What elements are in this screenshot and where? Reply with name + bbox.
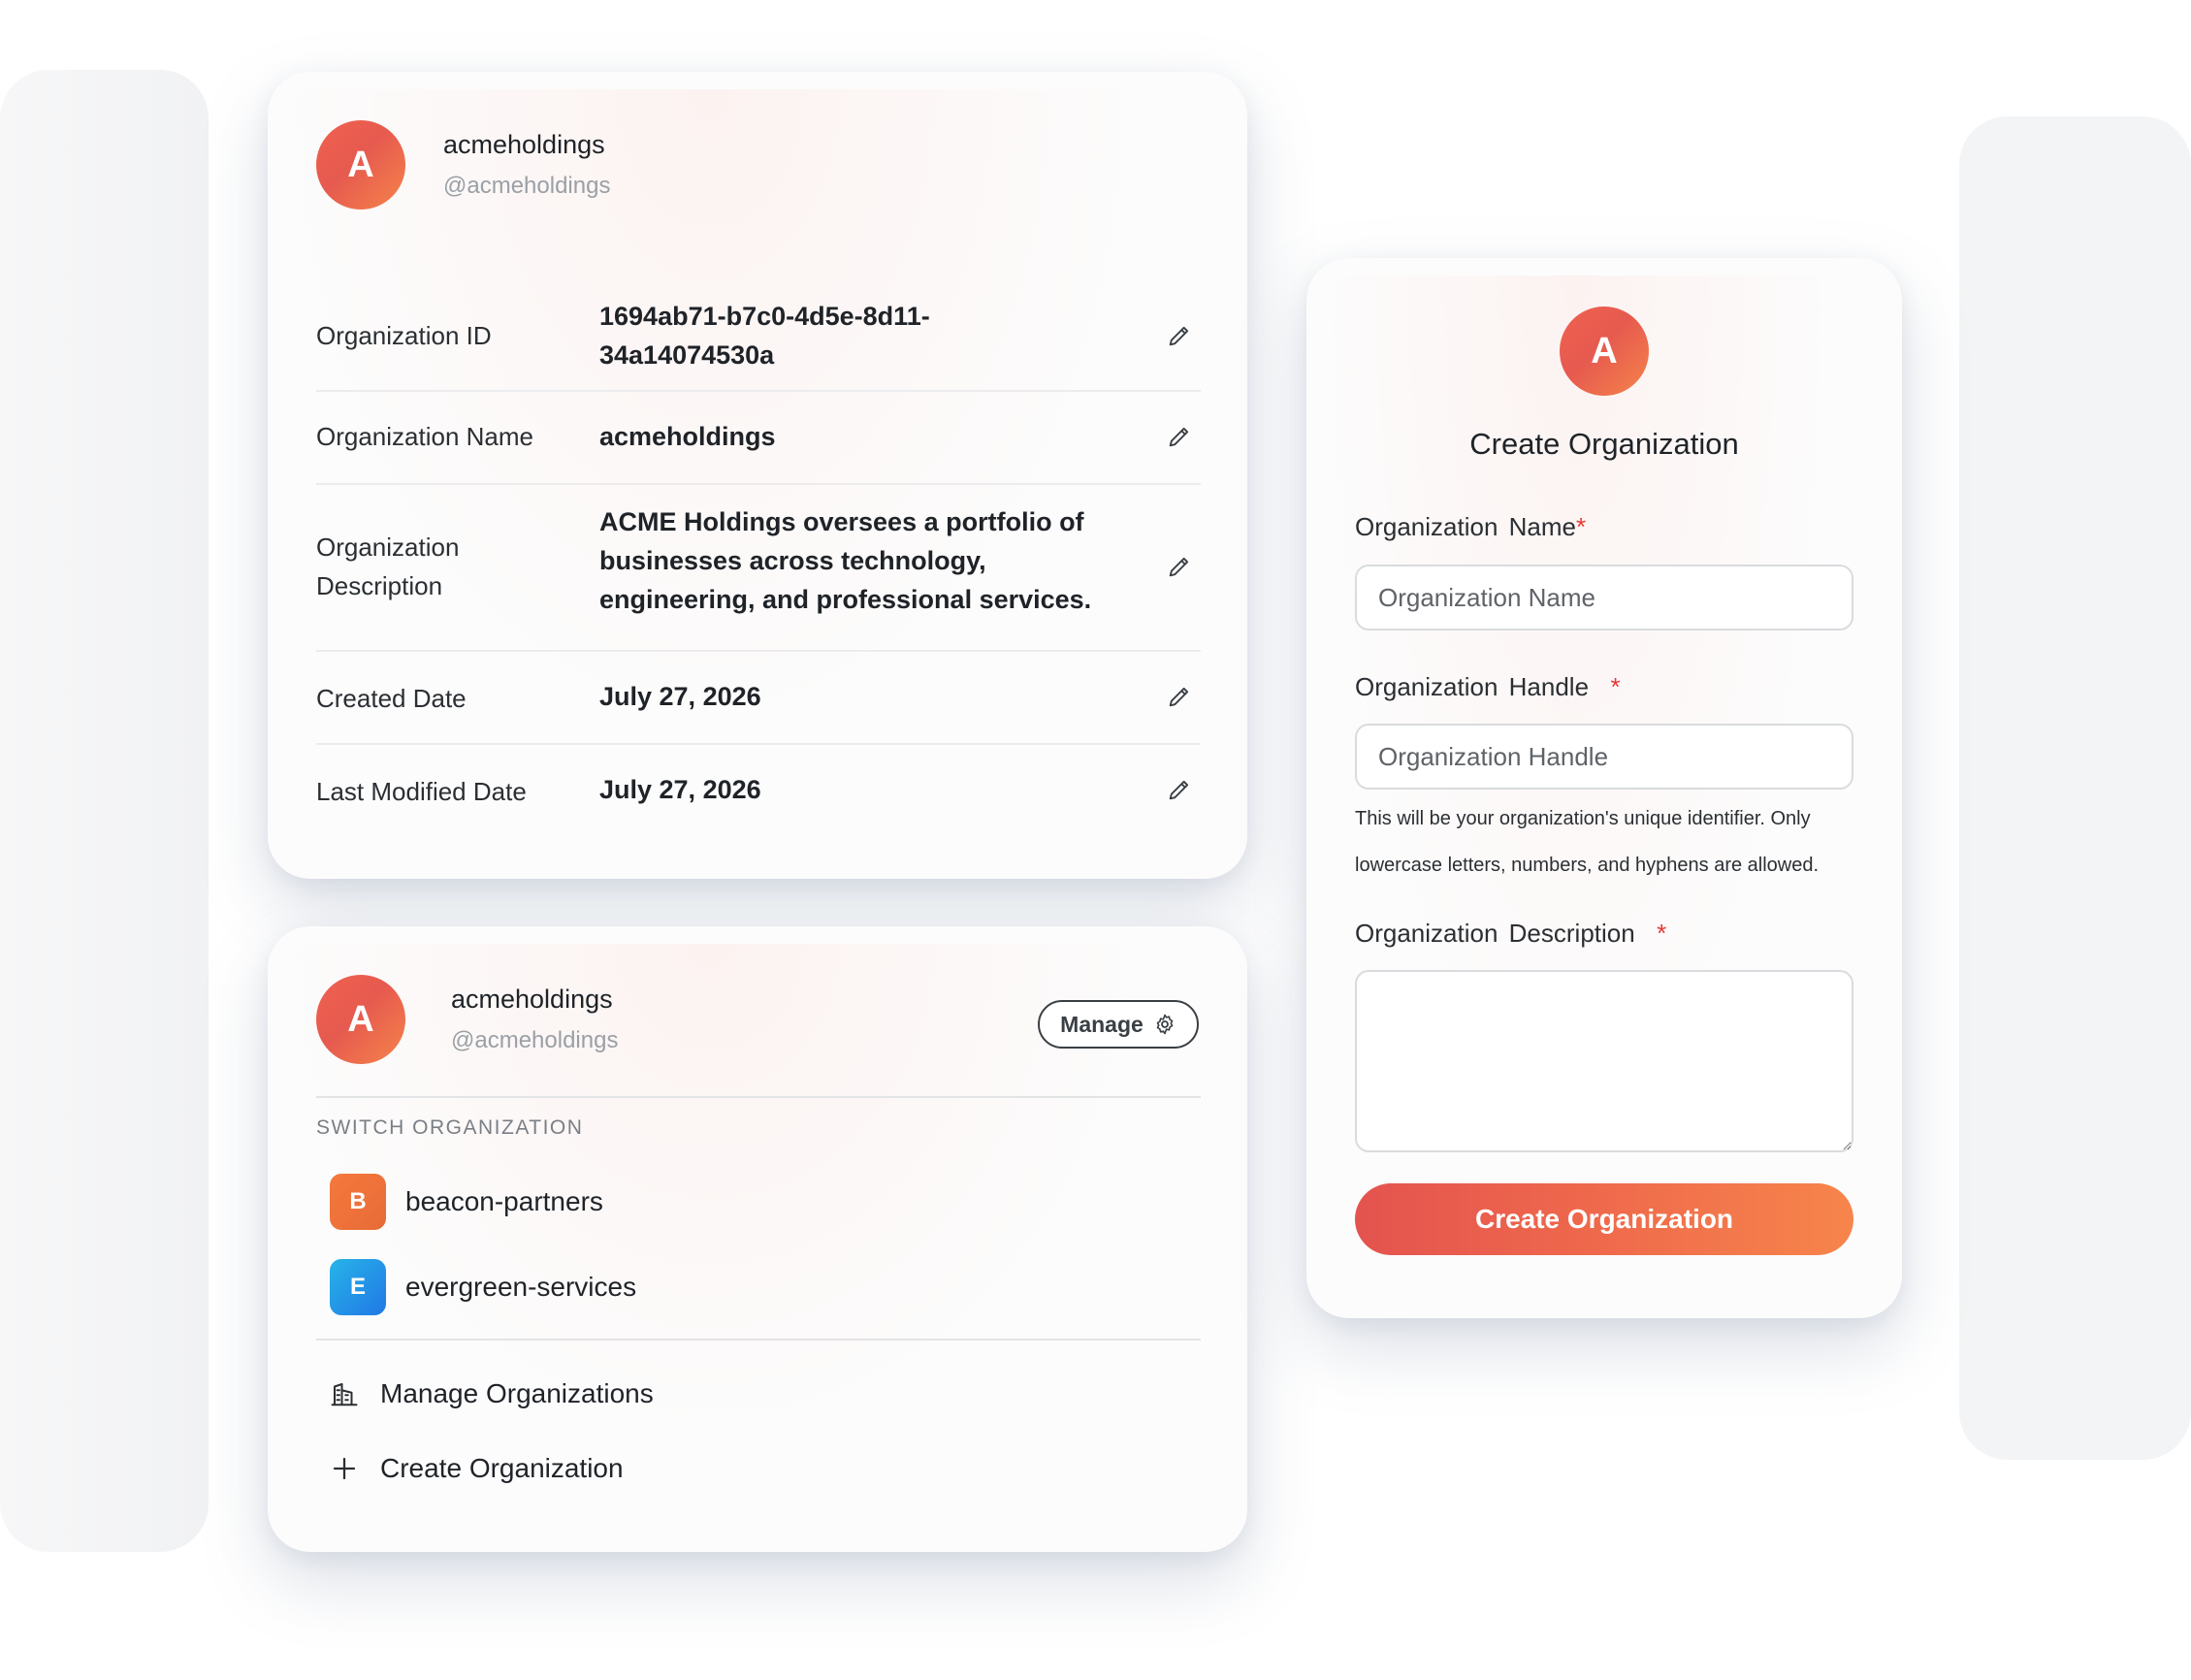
- organization-name-input[interactable]: [1355, 565, 1853, 630]
- pencil-icon[interactable]: [1166, 423, 1193, 450]
- org-avatar: A: [316, 975, 405, 1064]
- manage-organizations-link[interactable]: Manage Organizations: [330, 1373, 654, 1415]
- plus-icon: [333, 1457, 356, 1480]
- detail-value: ACME Holdings oversees a portfolio of bu…: [599, 507, 1092, 614]
- field-label-text: Organization Handle: [1355, 672, 1590, 701]
- detail-row-organization-description: Organization Description ACME Holdings o…: [316, 485, 1201, 652]
- handle-help-text: This will be your organization's unique …: [1355, 808, 1820, 876]
- field-label-text: Organization Description: [1355, 919, 1635, 948]
- detail-label: Organization Description: [316, 533, 460, 600]
- detail-label: Created Date: [316, 684, 467, 713]
- manage-button-label: Manage: [1060, 1011, 1144, 1037]
- organization-description-textarea[interactable]: [1355, 970, 1853, 1152]
- detail-row-organization-id: Organization ID 1694ab71-b7c0-4d5e-8d11-…: [316, 281, 1201, 392]
- organization-handle-label: Organization Handle *: [1355, 672, 1621, 702]
- pencil-icon[interactable]: [1166, 322, 1193, 349]
- org-list-item-name: beacon-partners: [405, 1186, 603, 1216]
- detail-label: Organization Name: [316, 422, 533, 451]
- org-list-item-evergreen-services[interactable]: E evergreen-services: [330, 1259, 636, 1315]
- org-handle: @acmeholdings: [451, 1027, 619, 1053]
- org-name: acmeholdings: [451, 985, 613, 1014]
- org-list-item-name: evergreen-services: [405, 1272, 637, 1302]
- organization-name-label: Organization Name*: [1355, 512, 1586, 542]
- divider: [316, 1096, 1201, 1098]
- organization-profile-card: A acmeholdings @acmeholdings Organizatio…: [268, 72, 1247, 879]
- detail-value: 1694ab71-b7c0-4d5e-8d11-34a14074530a: [599, 302, 930, 370]
- background-panel-right: [1959, 116, 2191, 1460]
- detail-value: July 27, 2026: [599, 682, 761, 711]
- org-badge: E: [330, 1259, 386, 1315]
- org-list-item-beacon-partners[interactable]: B beacon-partners: [330, 1174, 603, 1230]
- divider: [316, 1339, 1201, 1341]
- manage-button[interactable]: Manage: [1038, 1000, 1199, 1049]
- pencil-icon[interactable]: [1166, 776, 1193, 803]
- building-icon: [331, 1383, 358, 1406]
- gear-icon: [1156, 1014, 1174, 1035]
- detail-label: Organization ID: [316, 321, 492, 350]
- detail-row-last-modified-date: Last Modified Date July 27, 2026: [316, 745, 1201, 836]
- organization-description-label: Organization Description *: [1355, 919, 1666, 949]
- org-avatar: A: [1560, 307, 1649, 396]
- background-panel-left: [0, 70, 209, 1552]
- create-organization-button[interactable]: Create Organization: [1355, 1183, 1853, 1255]
- pencil-icon[interactable]: [1166, 553, 1193, 580]
- org-avatar: A: [316, 120, 405, 210]
- create-organization-card: A Create Organization Organization Name*…: [1306, 258, 1902, 1318]
- organization-switcher-card: A acmeholdings @acmeholdings Manage SWIT…: [268, 926, 1247, 1552]
- organization-handle-input[interactable]: [1355, 724, 1853, 790]
- required-marker: *: [1657, 919, 1667, 948]
- detail-value: acmeholdings: [599, 422, 776, 451]
- detail-value: July 27, 2026: [599, 775, 761, 804]
- detail-label: Last Modified Date: [316, 777, 527, 806]
- field-label-text: Organization Name: [1355, 512, 1576, 541]
- action-label: Create Organization: [380, 1453, 624, 1483]
- detail-row-organization-name: Organization Name acmeholdings: [316, 392, 1201, 485]
- required-marker: *: [1576, 512, 1587, 541]
- action-label: Manage Organizations: [380, 1378, 654, 1408]
- pencil-icon[interactable]: [1166, 683, 1193, 710]
- detail-row-created-date: Created Date July 27, 2026: [316, 652, 1201, 745]
- form-title: Create Organization: [1469, 427, 1739, 461]
- create-organization-link[interactable]: Create Organization: [330, 1447, 624, 1490]
- section-label: SWITCH ORGANIZATION: [316, 1116, 584, 1139]
- org-badge: B: [330, 1174, 386, 1230]
- org-name: acmeholdings: [443, 130, 605, 159]
- org-handle: @acmeholdings: [443, 173, 611, 199]
- required-marker: *: [1610, 672, 1621, 701]
